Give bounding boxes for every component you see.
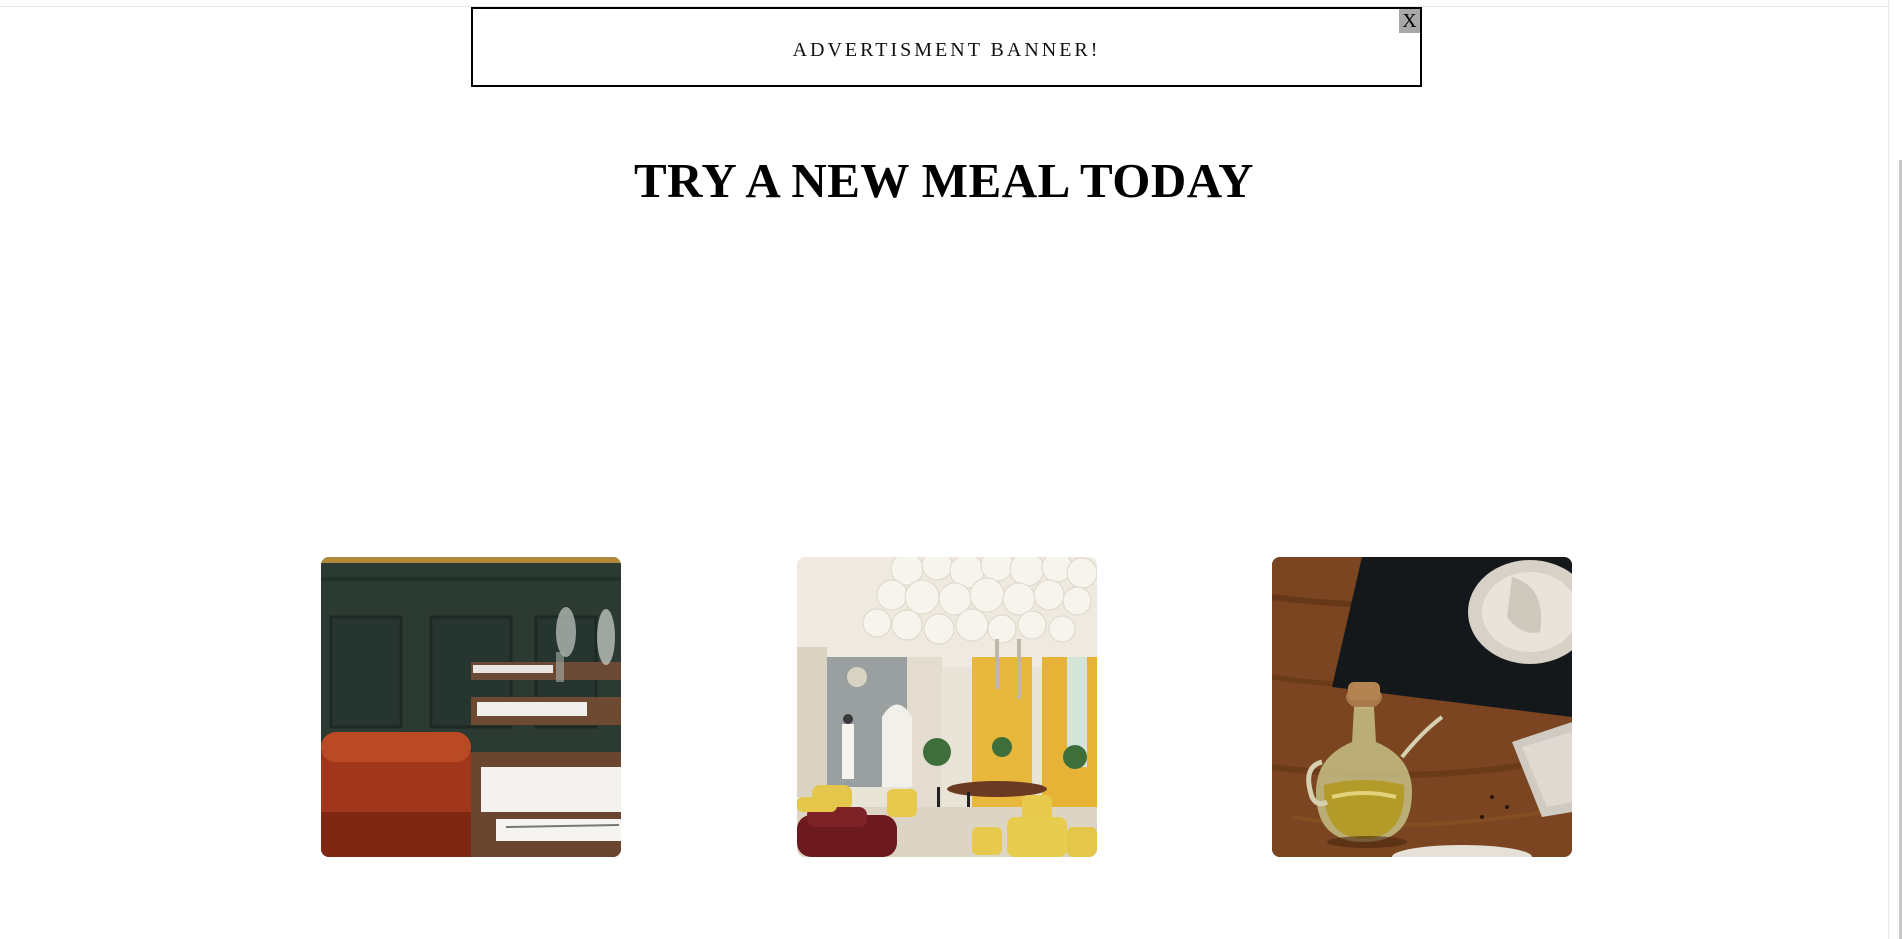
yellow-dining-room-image (797, 557, 1097, 857)
vertical-scrollbar[interactable] (1888, 0, 1902, 939)
advertisement-banner[interactable]: ADVERTISMENT BANNER! X (471, 7, 1422, 87)
olive-oil-bottle-image (1272, 557, 1572, 857)
banner-close-button[interactable]: X (1399, 9, 1420, 33)
advertisement-banner-text: ADVERTISMENT BANNER! (792, 38, 1101, 61)
page-headline: TRY A NEW MEAL TODAY (633, 153, 1255, 208)
restaurant-tables-image (321, 557, 621, 857)
